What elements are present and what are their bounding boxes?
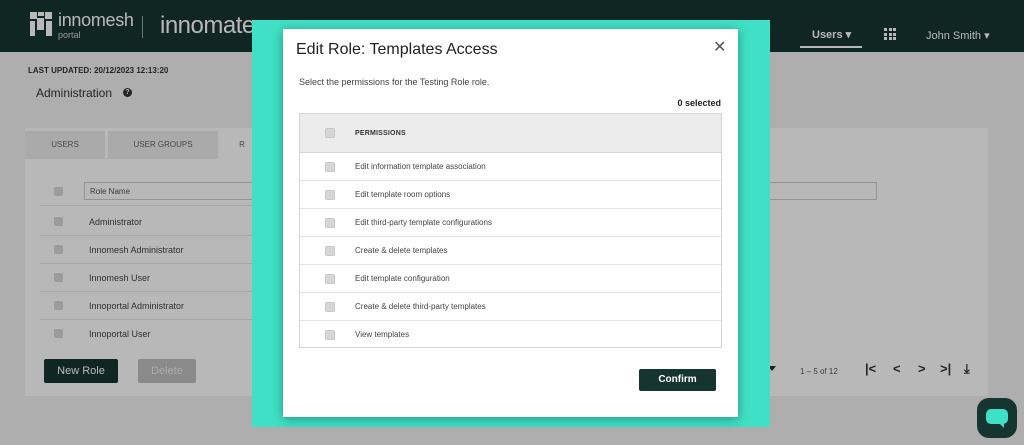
permission-checkbox[interactable] xyxy=(325,218,335,228)
permissions-table: PERMISSIONS Edit information template as… xyxy=(299,113,722,348)
permission-checkbox[interactable] xyxy=(325,190,335,200)
permission-checkbox[interactable] xyxy=(325,330,335,340)
permission-checkbox[interactable] xyxy=(325,162,335,172)
permission-label: View templates xyxy=(355,330,410,339)
selected-count: 0 selected xyxy=(677,98,721,108)
permission-row[interactable]: Edit third-party template configurations xyxy=(300,209,721,237)
permission-row[interactable]: Edit template room options xyxy=(300,181,721,209)
permissions-header-label: PERMISSIONS xyxy=(355,130,406,137)
permission-checkbox[interactable] xyxy=(325,302,335,312)
permission-label: Edit third-party template configurations xyxy=(355,218,492,227)
dialog-title: Edit Role: Templates Access xyxy=(296,41,498,58)
select-all-permissions-checkbox[interactable] xyxy=(325,128,335,138)
close-icon[interactable]: ✕ xyxy=(713,37,726,57)
chat-bubble-shape xyxy=(986,409,1008,424)
permission-row[interactable]: Create & delete third-party templates xyxy=(300,293,721,321)
permission-label: Edit template configuration xyxy=(355,274,450,283)
permission-row[interactable]: Edit information template association xyxy=(300,153,721,181)
permission-label: Create & delete templates xyxy=(355,246,448,255)
edit-role-dialog: Edit Role: Templates Access ✕ Select the… xyxy=(283,29,738,417)
permission-label: Edit information template association xyxy=(355,162,486,171)
permission-row[interactable]: View templates xyxy=(300,321,721,349)
permission-row[interactable]: Create & delete templates xyxy=(300,237,721,265)
confirm-button[interactable]: Confirm xyxy=(639,369,716,391)
permission-label: Create & delete third-party templates xyxy=(355,302,486,311)
chat-bubble-tail xyxy=(998,422,1004,428)
permission-checkbox[interactable] xyxy=(325,246,335,256)
dialog-instruction: Select the permissions for the Testing R… xyxy=(299,77,490,87)
permissions-header: PERMISSIONS xyxy=(300,114,721,153)
permission-label: Edit template room options xyxy=(355,190,451,199)
chat-bubble-icon[interactable] xyxy=(977,398,1017,438)
permission-checkbox[interactable] xyxy=(325,274,335,284)
permission-row[interactable]: Edit template configuration xyxy=(300,265,721,293)
